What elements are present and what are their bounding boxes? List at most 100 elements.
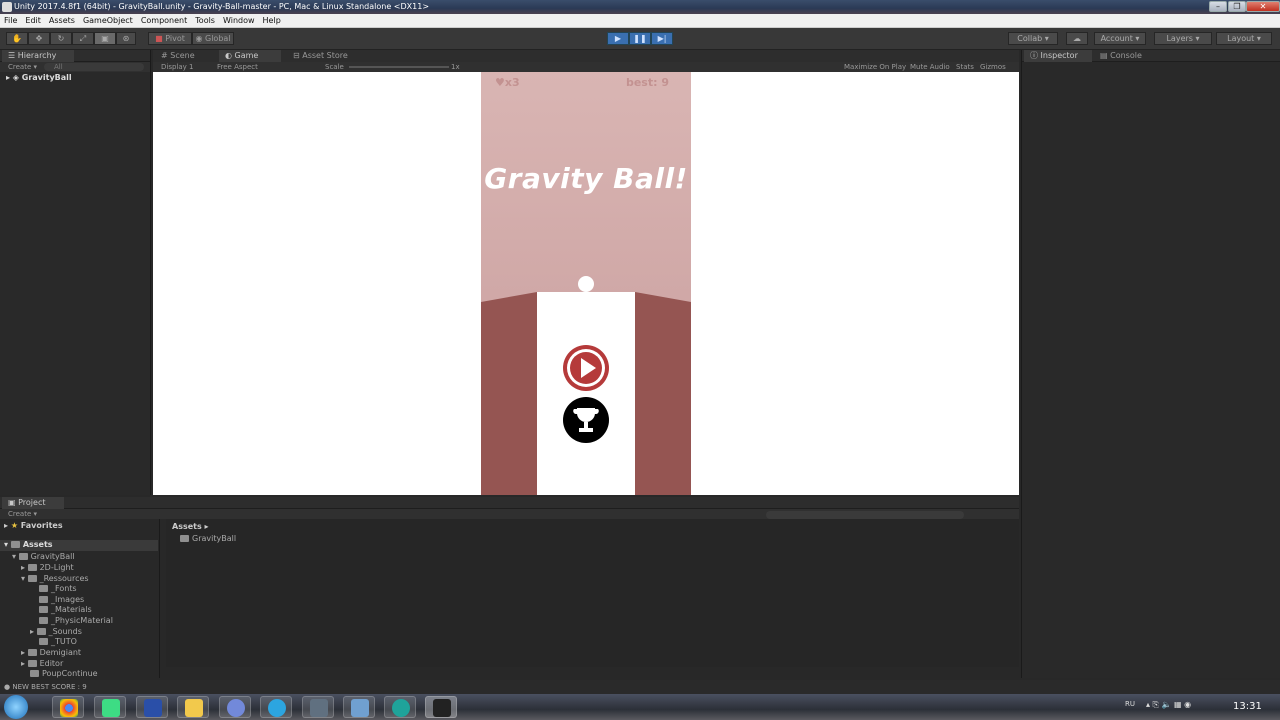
tab-scene[interactable]: # Scene: [155, 50, 201, 62]
explorer-taskbar-icon[interactable]: [177, 696, 209, 718]
windows-taskbar: RU ▴ ⎘ 🔈 ▦ ◉ 13:31: [0, 694, 1280, 720]
tree-item-2d-light[interactable]: ▸ 2D-Light: [21, 563, 74, 572]
restore-button[interactable]: ❐: [1228, 1, 1246, 12]
tab-project[interactable]: ▣ Project: [2, 497, 64, 509]
rotate-tool-icon[interactable]: ↻: [50, 32, 72, 45]
project-toolbar: Create ▾: [0, 509, 1019, 519]
maximize-on-play-toggle[interactable]: Maximize On Play: [844, 62, 906, 72]
menu-gameobject[interactable]: GameObject: [79, 14, 137, 27]
save-taskbar-icon[interactable]: [136, 696, 168, 718]
tree-item-images[interactable]: _Images: [39, 595, 84, 604]
tree-item-gravityball[interactable]: ▾ GravityBall: [12, 552, 75, 561]
tab-game[interactable]: ◐ Game: [219, 50, 281, 62]
unity-taskbar-icon[interactable]: [425, 696, 457, 718]
hierarchy-search-input[interactable]: All: [44, 63, 144, 71]
hierarchy-scene-item[interactable]: ▸ ◈ GravityBall: [6, 73, 72, 82]
menu-assets[interactable]: Assets: [45, 14, 79, 27]
tree-label: _Materials: [51, 605, 92, 614]
project-tab-row: ▣ Project: [0, 497, 1019, 509]
clock: 13:31: [1233, 701, 1262, 712]
tab-asset-store[interactable]: ⊟ Asset Store: [287, 50, 354, 62]
menu-window[interactable]: Window: [219, 14, 259, 27]
discord-taskbar-icon[interactable]: [219, 696, 251, 718]
cloud-icon[interactable]: ☁: [1066, 32, 1088, 45]
folder-icon: [30, 670, 39, 677]
start-button[interactable]: [4, 695, 28, 719]
tree-item-physicmaterial[interactable]: _PhysicMaterial: [39, 616, 113, 625]
menu-file[interactable]: File: [0, 14, 21, 27]
account-dropdown[interactable]: Account ▾: [1094, 32, 1146, 45]
favorites-item[interactable]: ▸ ★ Favorites: [4, 521, 63, 530]
language-indicator[interactable]: RU: [1125, 700, 1135, 708]
folder-icon: [27, 660, 37, 667]
tray-icons[interactable]: ▴ ⎘ 🔈 ▦ ◉: [1146, 700, 1191, 710]
layout-dropdown[interactable]: Layout ▾: [1216, 32, 1272, 45]
transform-tool-icon[interactable]: ⊛: [116, 32, 136, 45]
game-view[interactable]: ♥x3 best: 9 Gravity Ball!: [153, 72, 1019, 495]
tree-item-ressources[interactable]: ▾ _Ressources: [21, 574, 89, 583]
content-folder-gravityball[interactable]: GravityBall: [180, 534, 236, 543]
layers-dropdown[interactable]: Layers ▾: [1154, 32, 1212, 45]
status-bar[interactable]: ● NEW BEST SCORE : 9: [0, 680, 1280, 694]
tree-label: PoupContinue: [42, 669, 98, 678]
telegram-taskbar-icon[interactable]: [260, 696, 292, 718]
move-tool-icon[interactable]: ✥: [28, 32, 50, 45]
project-content: Assets ▸ GravityBall: [166, 519, 1019, 667]
aspect-dropdown[interactable]: Free Aspect: [217, 62, 258, 72]
play-button[interactable]: ▶: [607, 32, 629, 45]
tree-item-editor[interactable]: ▸ Editor: [21, 659, 63, 668]
project-breadcrumb[interactable]: Assets ▸: [172, 522, 209, 531]
tree-item-tuto[interactable]: _TUTO: [39, 637, 77, 646]
android-studio-taskbar-icon[interactable]: [94, 696, 126, 718]
global-toggle[interactable]: ◉ Global: [192, 32, 234, 45]
leaderboard-button[interactable]: [563, 397, 609, 443]
lives-value: x3: [504, 76, 520, 89]
right-tab-row: ⓘ Inspector ▤ Console: [1022, 50, 1280, 62]
mute-audio-toggle[interactable]: Mute Audio: [910, 62, 950, 72]
menu-component[interactable]: Component: [137, 14, 191, 27]
collab-label: Collab: [1017, 34, 1043, 43]
game-title: Gravity Ball!: [484, 162, 688, 195]
tree-item-fonts[interactable]: _Fonts: [39, 584, 77, 593]
stats-toggle[interactable]: Stats: [956, 62, 974, 72]
step-button[interactable]: ▶|: [651, 32, 673, 45]
project-search-input[interactable]: [766, 511, 964, 519]
tree-label: _PhysicMaterial: [51, 616, 113, 625]
close-button[interactable]: ✕: [1246, 1, 1280, 12]
tree-item-materials[interactable]: _Materials: [39, 605, 92, 614]
chrome-taskbar-icon[interactable]: [52, 696, 84, 718]
network-taskbar-icon[interactable]: [343, 696, 375, 718]
tree-item-assets[interactable]: ▾ Assets: [0, 540, 158, 551]
gizmos-dropdown[interactable]: Gizmos: [980, 62, 1006, 72]
tree-label: GravityBall: [30, 552, 75, 561]
collab-dropdown[interactable]: Collab ▾: [1008, 32, 1058, 45]
folder-icon: [39, 638, 48, 645]
hand-tool-icon[interactable]: ✋: [6, 32, 28, 45]
pause-button[interactable]: ❚❚: [629, 32, 651, 45]
folder-icon: [36, 628, 46, 635]
tab-hierarchy[interactable]: ☰ Hierarchy: [2, 50, 74, 62]
scale-tool-icon[interactable]: ⤢: [72, 32, 94, 45]
tab-console[interactable]: ▤ Console: [1094, 50, 1148, 62]
pivot-toggle[interactable]: ■ Pivot: [148, 32, 192, 45]
app-taskbar-icon[interactable]: [302, 696, 334, 718]
display-dropdown[interactable]: Display 1: [161, 62, 193, 72]
hierarchy-create-button[interactable]: Create: [8, 63, 31, 71]
tab-inspector[interactable]: ⓘ Inspector: [1024, 50, 1092, 62]
asset-store-tab-label: Asset Store: [302, 51, 348, 60]
menu-tools[interactable]: Tools: [191, 14, 219, 27]
tree-item-sounds[interactable]: ▸ _Sounds: [30, 627, 82, 636]
editor-taskbar-icon[interactable]: [384, 696, 416, 718]
minimize-button[interactable]: –: [1209, 1, 1227, 12]
tree-item-demigiant[interactable]: ▸ Demigiant: [21, 648, 81, 657]
menu-help[interactable]: Help: [259, 14, 285, 27]
project-create-button[interactable]: Create: [8, 510, 31, 518]
breadcrumb-label: Assets: [172, 522, 202, 531]
menu-bar: File Edit Assets GameObject Component Tools Wi…: [0, 14, 1280, 28]
rect-tool-icon[interactable]: ▣: [94, 32, 116, 45]
tree-item-poupcontinue[interactable]: PoupContinue: [30, 669, 98, 678]
scale-slider[interactable]: [349, 66, 449, 68]
global-label: Global: [205, 34, 231, 43]
menu-edit[interactable]: Edit: [21, 14, 45, 27]
play-game-button[interactable]: [563, 345, 609, 391]
